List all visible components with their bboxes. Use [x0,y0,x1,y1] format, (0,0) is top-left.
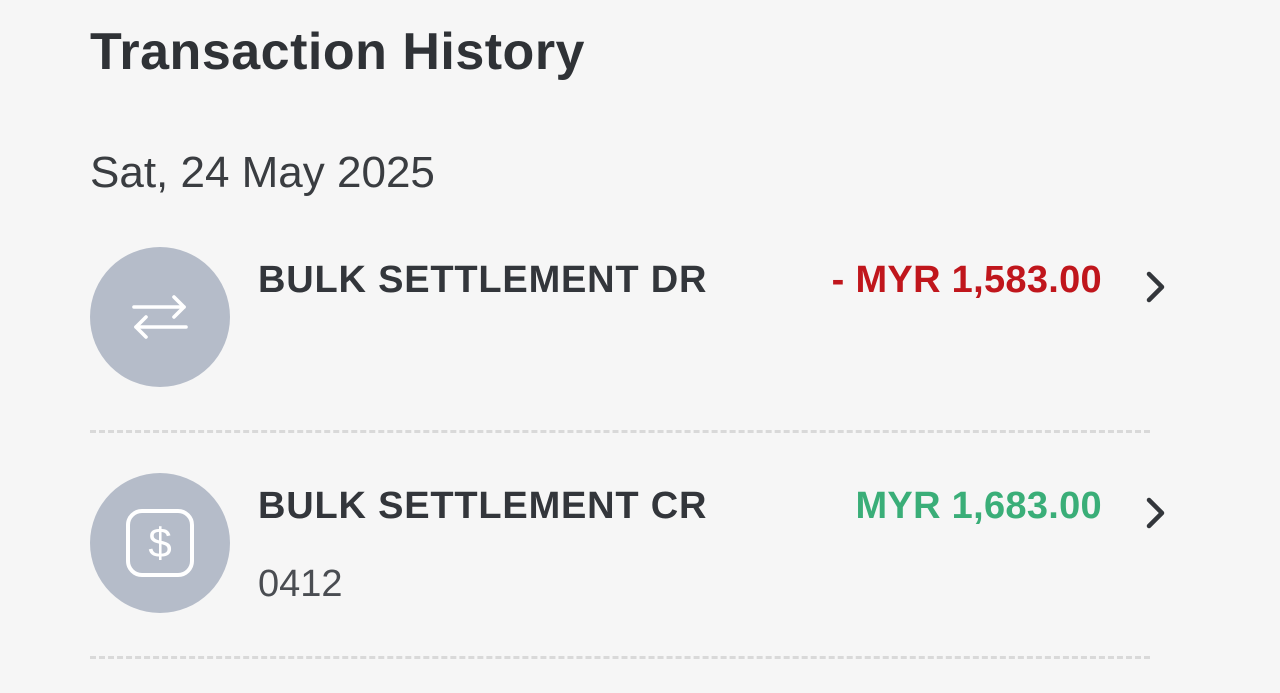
transaction-name: BULK SETTLEMENT DR [258,259,708,301]
transaction-avatar [90,247,230,387]
svg-text:$: $ [148,519,171,566]
row-divider [90,656,1150,659]
transaction-name: BULK SETTLEMENT CR [258,485,708,527]
transaction-amount-credit: MYR 1,683.00 [855,485,1102,527]
transaction-history-screen: Transaction History Sat, 24 May 2025 BUL… [0,0,1280,693]
transaction-row[interactable]: BULK SETTLEMENT DR - MYR 1,583.00 [90,247,1180,397]
transaction-avatar: $ [90,473,230,613]
transaction-reference: 0412 [258,563,343,605]
row-divider [90,430,1150,433]
chevron-right-icon [1146,271,1165,303]
dollar-square-icon: $ [126,509,194,577]
transaction-amount-debit: - MYR 1,583.00 [831,259,1102,301]
transaction-row[interactable]: $ BULK SETTLEMENT CR 0412 MYR 1,683.00 [90,473,1180,623]
transfer-arrows-icon [132,295,188,339]
page-title: Transaction History [90,23,585,81]
date-group-header: Sat, 24 May 2025 [90,148,435,197]
chevron-right-icon [1146,497,1165,529]
